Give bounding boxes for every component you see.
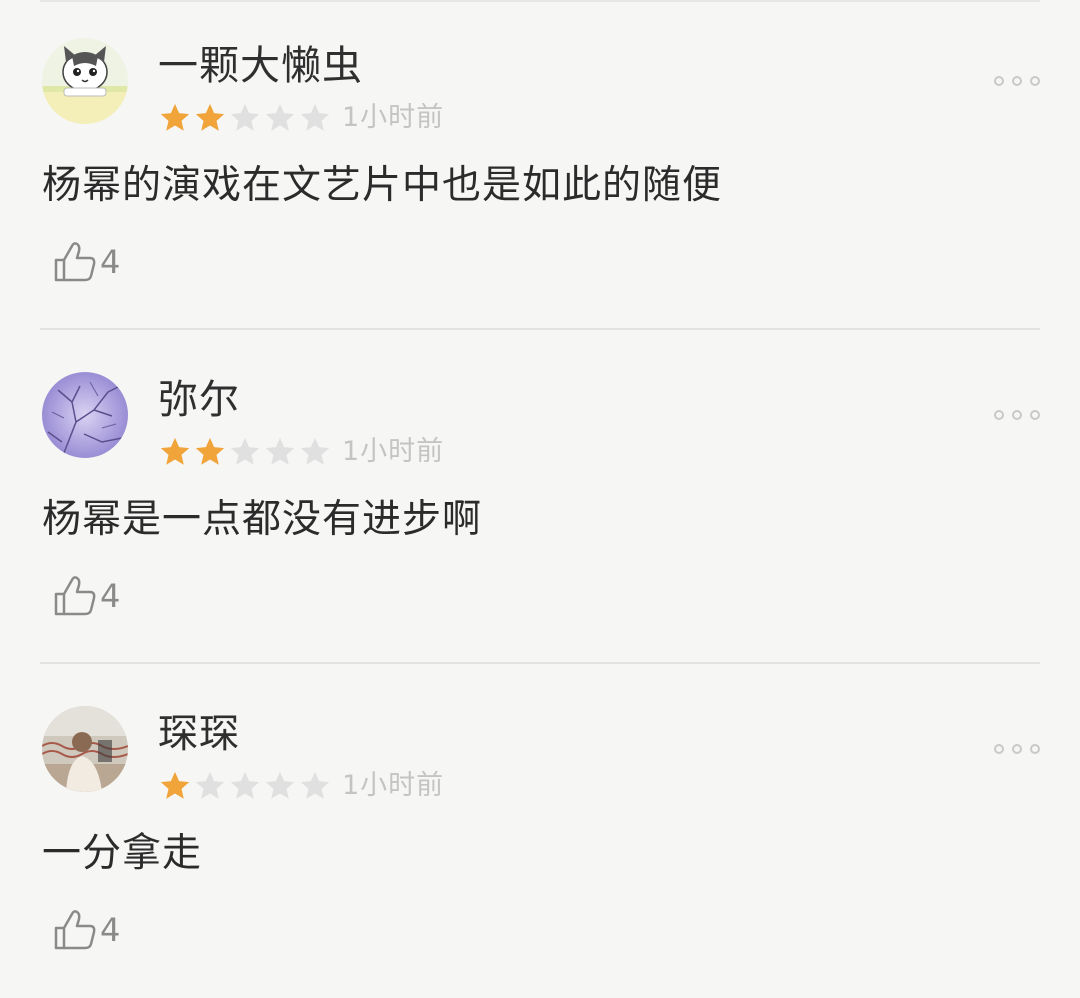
more-options-button[interactable] — [994, 734, 1040, 764]
star-empty-icon — [265, 437, 295, 465]
star-rating — [158, 98, 333, 138]
star-empty-icon — [230, 771, 260, 799]
username[interactable]: 琛琛 — [158, 706, 240, 762]
like-button[interactable]: 4 — [52, 238, 120, 286]
thumbs-up-icon — [54, 576, 96, 616]
person-photo-avatar[interactable] — [42, 706, 128, 792]
ellipsis-icon — [1012, 744, 1022, 754]
like-count: 4 — [100, 577, 121, 615]
star-empty-icon — [300, 437, 330, 465]
star-empty-icon — [265, 103, 295, 131]
star-empty-icon — [300, 103, 330, 131]
username[interactable]: 一颗大懒虫 — [158, 38, 363, 94]
star-filled-icon — [195, 437, 225, 465]
star-empty-icon — [300, 771, 330, 799]
star-filled-icon — [160, 771, 190, 799]
comment-item: 弥尔 1小时前 杨幂是一点都没有进步啊 4 — [0, 334, 1080, 664]
ellipsis-icon — [1012, 410, 1022, 420]
timestamp: 1小时前 — [342, 770, 445, 801]
star-filled-icon — [160, 437, 190, 465]
star-filled-icon — [195, 103, 225, 131]
star-filled-icon — [160, 103, 190, 131]
like-count: 4 — [100, 243, 121, 281]
ellipsis-icon — [1012, 76, 1022, 86]
comment-divider — [40, 328, 1040, 330]
ellipsis-icon — [994, 410, 1004, 420]
star-rating — [158, 766, 333, 806]
ellipsis-icon — [1030, 76, 1040, 86]
ellipsis-icon — [994, 76, 1004, 86]
timestamp: 1小时前 — [342, 436, 445, 467]
star-rating — [158, 432, 333, 472]
more-options-button[interactable] — [994, 66, 1040, 96]
timestamp: 1小时前 — [342, 102, 445, 133]
ellipsis-icon — [994, 744, 1004, 754]
star-empty-icon — [195, 771, 225, 799]
like-button[interactable]: 4 — [52, 906, 120, 954]
like-count: 4 — [100, 911, 121, 949]
tree-branches-avatar[interactable] — [42, 372, 128, 458]
ellipsis-icon — [1030, 744, 1040, 754]
thumbs-up-icon — [54, 910, 96, 950]
username[interactable]: 弥尔 — [158, 372, 240, 428]
comment-divider — [40, 662, 1040, 664]
star-empty-icon — [265, 771, 295, 799]
comment-text: 一分拿走 — [42, 831, 203, 876]
cat-avatar[interactable] — [42, 38, 128, 124]
comment-text: 杨幂的演戏在文艺片中也是如此的随便 — [42, 163, 723, 208]
comment-item: 一颗大懒虫 1小时前 杨幂的演戏在文艺片中也是如此的随便 4 — [0, 0, 1080, 330]
ellipsis-icon — [1030, 410, 1040, 420]
thumbs-up-icon — [54, 242, 96, 282]
comment-text: 杨幂是一点都没有进步啊 — [42, 497, 483, 542]
more-options-button[interactable] — [994, 400, 1040, 430]
star-empty-icon — [230, 437, 260, 465]
star-empty-icon — [230, 103, 260, 131]
comment-item: 琛琛 1小时前 一分拿走 4 — [0, 668, 1080, 998]
like-button[interactable]: 4 — [52, 572, 120, 620]
